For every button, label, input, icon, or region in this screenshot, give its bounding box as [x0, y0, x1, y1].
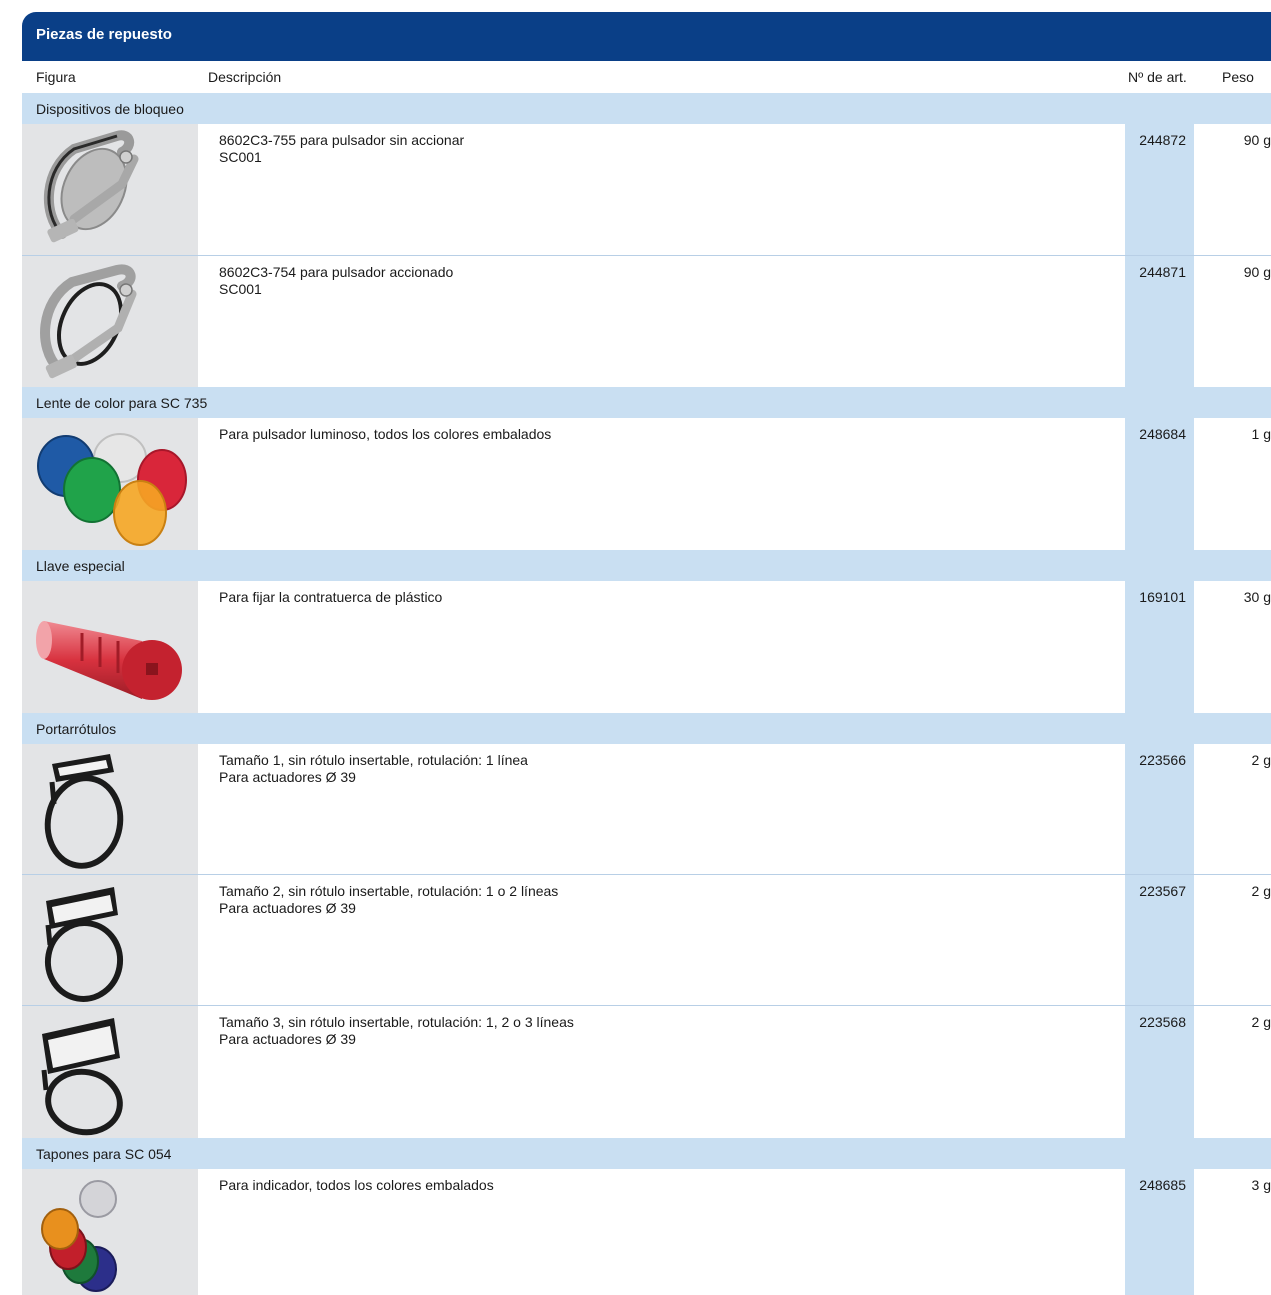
item-description: Tamaño 2, sin rótulo insertable, rotulac… [219, 883, 558, 917]
figure-cell [22, 581, 198, 713]
description-line: Tamaño 3, sin rótulo insertable, rotulac… [219, 1014, 574, 1030]
article-number: 223568 [1125, 1006, 1194, 1138]
item-description: Tamaño 3, sin rótulo insertable, rotulac… [219, 1014, 574, 1048]
category-row: Lente de color para SC 735 [22, 387, 1271, 418]
weight-value: 1 g [1251, 426, 1271, 442]
category-label: Llave especial [36, 558, 125, 574]
description-line: Para actuadores Ø 39 [219, 900, 356, 916]
weight-value: 2 g [1251, 883, 1271, 899]
description-line: Para indicador, todos los colores embala… [219, 1177, 494, 1193]
figure-cell [22, 124, 198, 255]
description-line: 8602C3-755 para pulsador sin accionar [219, 132, 465, 148]
description-line: Para fijar la contratuerca de plástico [219, 589, 443, 605]
description-line: SC001 [219, 149, 262, 165]
table-row: Para pulsador luminoso, todos los colore… [22, 418, 1271, 550]
table-row: Para indicador, todos los colores embala… [22, 1169, 1271, 1295]
table-row: Tamaño 2, sin rótulo insertable, rotulac… [22, 875, 1271, 1006]
color-lenses-icon [37, 433, 187, 546]
spare-parts-page: Piezas de repuesto Figura Descripción Nº… [0, 0, 1271, 1295]
description-line: Para pulsador luminoso, todos los colore… [219, 426, 552, 442]
label-holder-icon [44, 754, 124, 869]
column-header-figure: Figura [36, 69, 76, 85]
category-label: Lente de color para SC 735 [36, 395, 208, 411]
column-header-weight: Peso [1222, 69, 1254, 85]
article-number: 248685 [1125, 1169, 1194, 1295]
description-line: SC001 [219, 281, 262, 297]
item-description: Para indicador, todos los colores embala… [219, 1177, 494, 1194]
category-row: Dispositivos de bloqueo [22, 93, 1271, 124]
description-line: Para actuadores Ø 39 [219, 1031, 356, 1047]
figure-cell [22, 1169, 198, 1295]
item-description: Para fijar la contratuerca de plástico [219, 589, 442, 606]
locking-clamp-icon [40, 264, 137, 379]
article-number: 244871 [1125, 256, 1194, 387]
article-number: 248684 [1125, 418, 1194, 550]
item-description: Tamaño 1, sin rótulo insertable, rotulac… [219, 752, 528, 786]
description-line: Tamaño 1, sin rótulo insertable, rotulac… [219, 752, 528, 768]
figure-cell [22, 744, 198, 874]
article-number: 223567 [1125, 875, 1194, 1006]
article-number: 169101 [1125, 581, 1194, 713]
page-title: Piezas de repuesto [36, 26, 172, 43]
weight-value: 90 g [1243, 264, 1271, 280]
article-number: 244872 [1125, 124, 1194, 256]
locking-clamp-icon [43, 130, 139, 243]
category-label: Dispositivos de bloqueo [36, 101, 184, 117]
table-row: Tamaño 1, sin rótulo insertable, rotulac… [22, 744, 1271, 875]
table-row: 8602C3-755 para pulsador sin accionar SC0… [22, 124, 1271, 256]
article-number: 223566 [1125, 744, 1194, 875]
category-row: Llave especial [22, 550, 1271, 581]
item-description: Para pulsador luminoso, todos los colore… [219, 426, 551, 443]
table-row: 8602C3-754 para pulsador accionado SC001 … [22, 256, 1271, 387]
category-label: Portarrótulos [36, 721, 117, 737]
weight-value: 3 g [1251, 1177, 1271, 1193]
category-label: Tapones para SC 054 [36, 1146, 172, 1162]
item-description: 8602C3-755 para pulsador sin accionar SC0… [219, 132, 464, 166]
indicator-caps-icon [41, 1180, 117, 1292]
weight-value: 2 g [1251, 1014, 1271, 1030]
column-header-article: Nº de art. [1128, 69, 1187, 85]
weight-value: 2 g [1251, 752, 1271, 768]
description-line: 8602C3-754 para pulsador accionado [219, 264, 454, 280]
category-row: Tapones para SC 054 [22, 1138, 1271, 1169]
table-row: Para fijar la contratuerca de plástico 1… [22, 581, 1271, 713]
item-description: 8602C3-754 para pulsador accionado SC001 [219, 264, 453, 298]
weight-value: 90 g [1243, 132, 1271, 148]
column-header-description: Descripción [208, 69, 282, 85]
description-line: Tamaño 2, sin rótulo insertable, rotulac… [219, 883, 559, 899]
weight-value: 30 g [1243, 589, 1271, 605]
figure-cell [22, 875, 198, 1005]
table-row: Tamaño 3, sin rótulo insertable, rotulac… [22, 1006, 1271, 1138]
description-line: Para actuadores Ø 39 [219, 769, 356, 785]
section-header: Piezas de repuesto [22, 12, 1271, 59]
figure-cell [22, 418, 198, 550]
special-key-icon [36, 621, 182, 700]
category-row: Portarrótulos [22, 713, 1271, 744]
label-holder-icon [41, 1018, 123, 1136]
figure-cell [22, 256, 198, 387]
label-holder-icon [44, 887, 124, 1002]
figure-cell [22, 1006, 198, 1138]
